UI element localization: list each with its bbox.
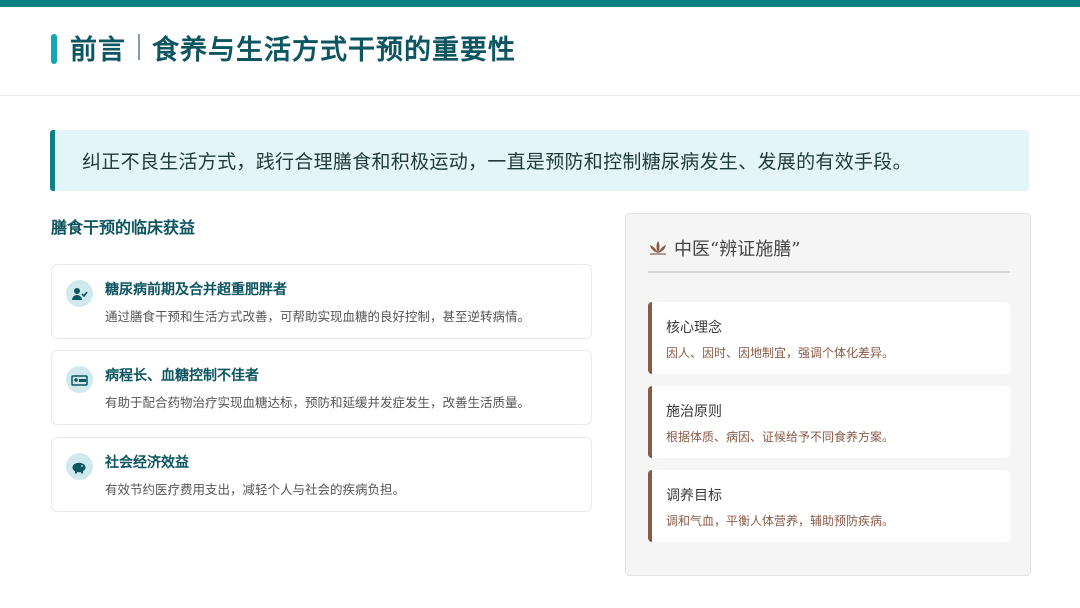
item-description: 因人、因时、因地制宜，强调个体化差异。: [666, 346, 895, 360]
tcm-item: 施治原则 根据体质、病因、证候给予不同食养方案。: [648, 386, 1010, 458]
key-message-banner: 纠正不良生活方式，践行合理膳食和积极运动，一直是预防和控制糖尿病发生、发展的有效…: [50, 130, 1029, 191]
item-description: 调和气血，平衡人体营养，辅助预防疾病。: [666, 514, 895, 528]
item-title: 施治原则: [666, 404, 722, 420]
section-title: 膳食干预的临床获益: [51, 218, 196, 237]
top-accent-bar: [0, 0, 1080, 7]
title-text: 食养与生活方式干预的重要性: [152, 34, 516, 66]
banner-text: 纠正不良生活方式，践行合理膳食和积极运动，一直是预防和控制糖尿病发生、发展的有效…: [82, 151, 912, 173]
title-separator: [138, 34, 140, 60]
tcm-item: 核心理念 因人、因时、因地制宜，强调个体化差异。: [648, 302, 1010, 374]
card-description: 有效节约医疗费用支出，减轻个人与社会的疾病负担。: [105, 482, 406, 497]
hospital-bed-icon: [66, 366, 93, 393]
benefit-card: 病程长、血糖控制不佳者 有助于配合药物治疗实现血糖达标，预防和延缓并发症发生，改…: [51, 350, 592, 425]
user-check-icon: [66, 280, 93, 307]
piggy-bank-icon: [66, 453, 93, 480]
card-description: 通过膳食干预和生活方式改善，可帮助实现血糖的良好控制，甚至逆转病情。: [105, 309, 531, 324]
page-header: 前言 食养与生活方式干预的重要性: [0, 7, 1080, 96]
card-title: 社会经济效益: [105, 455, 189, 471]
panel-divider: [648, 271, 1010, 273]
lotus-icon: [650, 241, 666, 255]
card-title: 病程长、血糖控制不佳者: [105, 368, 259, 384]
panel-header: 中医“辨证施膳”: [648, 234, 800, 262]
tcm-item: 调养目标 调和气血，平衡人体营养，辅助预防疾病。: [648, 470, 1010, 542]
card-description: 有助于配合药物治疗实现血糖达标，预防和延缓并发症发生，改善生活质量。: [105, 395, 531, 410]
item-title: 调养目标: [666, 488, 722, 504]
title-label: 前言: [70, 34, 126, 66]
header-accent-bar: [51, 34, 57, 64]
item-title: 核心理念: [666, 320, 722, 336]
benefit-card: 糖尿病前期及合并超重肥胖者 通过膳食干预和生活方式改善，可帮助实现血糖的良好控制…: [51, 264, 592, 339]
item-description: 根据体质、病因、证候给予不同食养方案。: [666, 430, 895, 444]
card-title: 糖尿病前期及合并超重肥胖者: [105, 282, 287, 298]
benefit-card: 社会经济效益 有效节约医疗费用支出，减轻个人与社会的疾病负担。: [51, 437, 592, 512]
panel-title: 中医“辨证施膳”: [674, 239, 801, 260]
page-title: 前言 食养与生活方式干预的重要性: [70, 27, 516, 67]
tcm-panel: 中医“辨证施膳” 核心理念 因人、因时、因地制宜，强调个体化差异。 施治原则 根…: [625, 213, 1031, 576]
